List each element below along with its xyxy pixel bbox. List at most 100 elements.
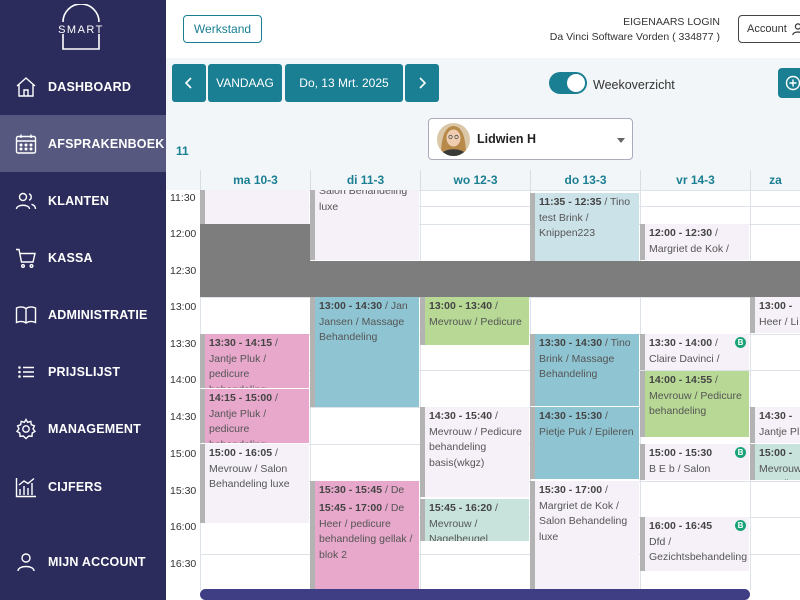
b-badge: B: [735, 520, 746, 531]
appointment-text: Mevrouw / Pedicure behandeling: [649, 389, 742, 418]
appointment[interactable]: 15:45 - 17:00 / De Heer / pedicure behan…: [310, 499, 419, 590]
owner-info: EIGENAARS LOGIN Da Vinci Software Vorden…: [550, 15, 720, 45]
sidebar: SMART DASHBOARD AFSPRAKENBOEK KLANTEN KA…: [0, 0, 166, 600]
week-overview-label: Weekoverzicht: [593, 78, 675, 92]
staff-name: Lidwien H: [477, 132, 537, 146]
sidebar-item-mijn-account[interactable]: MIJN ACCOUNT: [0, 533, 166, 590]
appointment[interactable]: 15:30 - 15:45 / De: [310, 481, 419, 499]
appointment[interactable]: 11:35 - 12:35 / Tino test Brink / Knippe…: [530, 193, 639, 261]
b-badge: B: [735, 337, 746, 348]
sidebar-item-klanten[interactable]: KLANTEN: [0, 172, 166, 229]
day-header-mon[interactable]: ma 10-3: [200, 170, 310, 190]
sidebar-item-label: MIJN ACCOUNT: [48, 554, 146, 569]
sidebar-item-prijslijst[interactable]: PRIJSLIJST: [0, 343, 166, 400]
appointment-text: De: [390, 484, 405, 496]
appointment-time: 13:30 - 14:30: [539, 337, 603, 349]
time-label: 14:00: [170, 374, 197, 386]
appointment-time: 12:00 - 12:30: [649, 227, 713, 239]
user-icon: [14, 550, 38, 574]
appointment-bar: [200, 334, 205, 388]
sidebar-item-management[interactable]: MANAGEMENT: [0, 400, 166, 457]
appointment-text: Mevrouw / Salon Behandeling luxe: [209, 462, 290, 491]
sidebar-item-dashboard[interactable]: DASHBOARD: [0, 58, 166, 115]
appointment[interactable]: 14:30 - 15:40 / Mevrouw / Pedicure behan…: [420, 407, 529, 497]
appointment-text: Pietje Puk / Epileren: [539, 425, 634, 438]
time-label: 16:30: [170, 558, 197, 570]
appointment-time: 15:00 - 16:05: [209, 447, 273, 459]
appointment-text: B E b / Salon: [649, 462, 711, 475]
appointment[interactable]: 12:00 - 12:30 / Margriet de Kok /: [640, 224, 749, 260]
chevron-down-icon: [617, 138, 625, 143]
appointment[interactable]: 14:15 - 15:00 / Jantje Pluk / pedicure b…: [200, 389, 309, 443]
day-header-fri[interactable]: vr 14-3: [640, 170, 750, 190]
appointment-time: 13:00 - 13:40: [429, 300, 493, 312]
appointment[interactable]: 15:00 - 16:05 / Mevrouw / Salon Behandel…: [200, 444, 309, 523]
sidebar-item-label: KLANTEN: [48, 193, 110, 208]
appointment[interactable]: 15:30 - 17:00 / Margriet de Kok / Salon …: [530, 481, 639, 590]
smart-logo[interactable]: SMART: [56, 3, 106, 52]
plus-circle-icon: [785, 75, 800, 91]
appointment-time: 16:00 - 16:45: [649, 520, 713, 532]
day-header-thu[interactable]: do 13-3: [530, 170, 640, 190]
appointment-bar: [420, 407, 425, 497]
appointment[interactable]: 14:30 - 15:30 / Pietje Puk / Epileren: [530, 407, 639, 479]
sidebar-item-kassa[interactable]: KASSA: [0, 229, 166, 286]
appointment-time: 14:30 - 15:40: [429, 410, 493, 422]
appointment-bar: [200, 389, 205, 443]
staff-select[interactable]: Lidwien H: [428, 118, 633, 160]
time-label: 13:30: [170, 338, 197, 350]
appointment-text: Mevrouw Nagelbe: [759, 462, 800, 481]
sidebar-item-cijfers[interactable]: CIJFERS: [0, 458, 166, 515]
appointment-time: 13:00 - 14:30: [319, 300, 383, 312]
appointment[interactable]: 13:00 - Heer / Li: [750, 297, 800, 333]
appointment-time: 13:30 - 14:00: [649, 337, 713, 349]
appointment[interactable]: 13:00 - 13:40 / Mevrouw / Pedicure: [420, 297, 529, 345]
owner-company: Da Vinci Software Vorden ( 334877 ): [549, 31, 720, 43]
appointment-bar: [750, 297, 755, 333]
date-picker-button[interactable]: Do, 13 Mrt. 2025: [285, 64, 403, 102]
appointment[interactable]: Salon Behandeling luxe: [310, 190, 419, 260]
appointment[interactable]: 13:30 - 14:15 / Jantje Pluk / pedicure b…: [200, 334, 309, 388]
previous-button[interactable]: [172, 64, 206, 102]
sidebar-item-administratie[interactable]: ADMINISTRATIE: [0, 286, 166, 343]
blocked-slot: [310, 261, 800, 297]
appointment-bar: [530, 193, 535, 261]
sidebar-item-afsprakenboek[interactable]: AFSPRAKENBOEK: [0, 115, 166, 172]
sidebar-item-label: MANAGEMENT: [48, 421, 141, 436]
appointment[interactable]: 16:00 - 16:45 Dfd / Gezichtsbehandeling …: [640, 517, 749, 571]
appointment-time: 14:30 - 15:30: [539, 410, 603, 422]
appointment[interactable]: 13:30 - 14:00 / Claire Davinci / B: [640, 334, 749, 370]
account-button[interactable]: Account: [738, 15, 800, 43]
book-icon: [14, 303, 38, 327]
next-button[interactable]: [405, 64, 439, 102]
week-overview-toggle[interactable]: [549, 72, 587, 94]
appointment-time: 15:30 - 17:00: [539, 484, 603, 496]
chevron-right-icon: [419, 77, 427, 89]
time-label: 15:00: [170, 448, 197, 460]
appointment[interactable]: 14:00 - 14:55 / Mevrouw / Pedicure behan…: [640, 371, 749, 437]
day-header-sat[interactable]: za: [750, 170, 800, 190]
appointment[interactable]: 13:00 - 14:30 / Jan Jansen / Massage Beh…: [310, 297, 419, 407]
appointment-bar: [420, 499, 425, 541]
appointment[interactable]: 14:30 - Jantje Pl: [750, 407, 800, 443]
appointment-bar: [750, 444, 755, 480]
day-header-wed[interactable]: wo 12-3: [420, 170, 530, 190]
sidebar-item-label: CIJFERS: [48, 479, 103, 494]
sidebar-item-label: AFSPRAKENBOEK: [48, 136, 165, 151]
home-icon: [14, 75, 38, 99]
appointment[interactable]: 15:00 - 15:30 B E b / Salon B: [640, 444, 749, 480]
add-appointment-button[interactable]: [778, 68, 800, 98]
appointment[interactable]: 13:30 - 14:30 / Tino Brink / Massage Beh…: [530, 334, 639, 406]
appointment-time: 11:35 - 12:35: [539, 196, 602, 208]
horizontal-scrollbar[interactable]: [200, 589, 750, 600]
appointment[interactable]: 15:45 - 16:20 / Mevrouw / Nagelbeugel: [420, 499, 529, 541]
users-icon: [14, 189, 38, 213]
today-button[interactable]: VANDAAG: [208, 64, 282, 102]
day-header-tue[interactable]: di 11-3: [310, 170, 420, 190]
chevron-left-icon: [184, 77, 192, 89]
appointment[interactable]: 15:00 - Mevrouw Nagelbe: [750, 444, 800, 480]
appointment[interactable]: [200, 190, 309, 224]
werkstand-button[interactable]: Werkstand: [183, 15, 262, 43]
b-badge: B: [735, 447, 746, 458]
sidebar-item-label: PRIJSLIJST: [48, 364, 121, 379]
